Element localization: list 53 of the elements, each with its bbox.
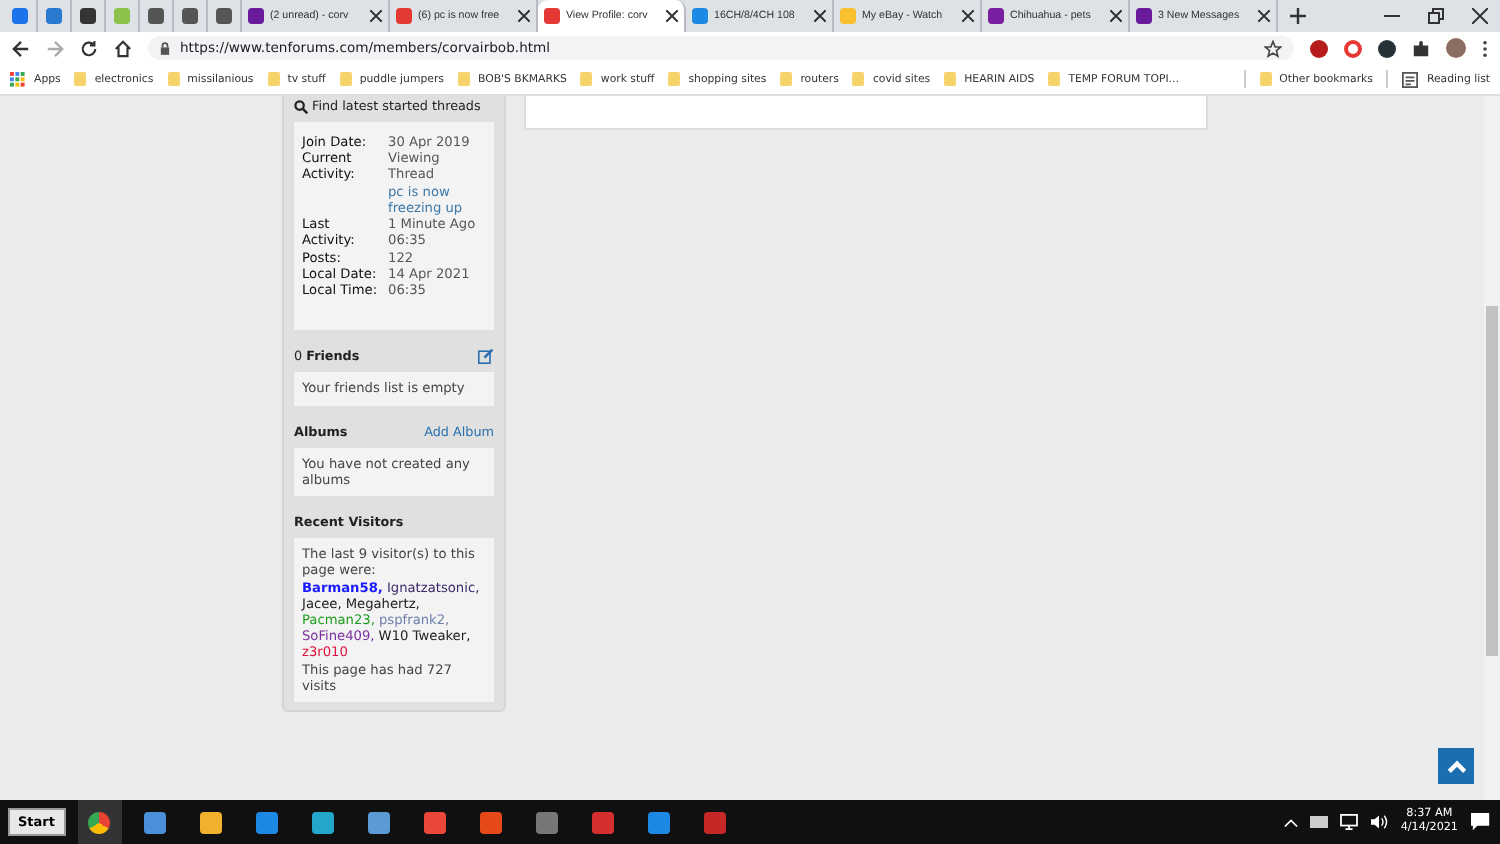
lock-icon (160, 41, 170, 55)
folder-icon (580, 72, 593, 86)
menu-icon[interactable] (1482, 39, 1488, 57)
folder-icon (944, 72, 957, 86)
taskbar-app-icon[interactable] (77, 800, 121, 844)
close-icon[interactable] (666, 10, 678, 22)
scrollbar[interactable] (1484, 96, 1500, 800)
favicon-icon (396, 8, 412, 24)
star-icon[interactable] (1264, 39, 1282, 57)
apps-grid-icon (10, 71, 26, 87)
folder-icon (1048, 72, 1061, 86)
edit-icon[interactable] (478, 348, 494, 365)
search-icon (294, 99, 308, 113)
favicon-icon (692, 8, 708, 24)
close-icon[interactable] (370, 10, 382, 22)
chevron-up-icon[interactable] (1284, 817, 1299, 827)
notification-icon[interactable] (1470, 812, 1492, 832)
close-icon[interactable] (1110, 10, 1122, 22)
scroll-to-top-button[interactable] (1438, 748, 1474, 784)
home-icon[interactable] (114, 39, 132, 57)
favicon-icon (988, 8, 1004, 24)
avatar-icon[interactable] (1446, 38, 1466, 58)
folder-icon (1259, 72, 1272, 86)
favicon-icon (80, 8, 96, 24)
reading-list-icon (1402, 71, 1419, 87)
folder-icon (74, 72, 87, 86)
close-icon[interactable] (518, 10, 530, 22)
reload-icon[interactable] (80, 39, 98, 57)
folder-icon (167, 72, 180, 86)
favicon-icon (1136, 8, 1152, 24)
close-icon[interactable] (1472, 8, 1488, 24)
folder-icon (852, 72, 865, 86)
close-icon[interactable] (962, 10, 974, 22)
favicon-icon (148, 8, 164, 24)
folder-icon (780, 72, 793, 86)
favicon-icon (46, 8, 62, 24)
favicon-icon (840, 8, 856, 24)
favicon-icon (544, 8, 560, 24)
favicon-icon (114, 8, 130, 24)
new-tab-icon[interactable] (1290, 8, 1306, 24)
folder-icon (267, 72, 280, 86)
close-icon[interactable] (814, 10, 826, 22)
network-icon[interactable] (1340, 814, 1359, 830)
folder-icon (339, 72, 352, 86)
favicon-icon (12, 8, 28, 24)
close-icon[interactable] (1258, 10, 1270, 22)
back-icon[interactable] (12, 39, 30, 57)
favicon-icon (182, 8, 198, 24)
folder-icon (457, 72, 470, 86)
folder-icon (668, 72, 681, 86)
speaker-icon[interactable] (1370, 814, 1389, 830)
restore-icon[interactable] (1428, 8, 1444, 24)
chevron-up-icon (1445, 755, 1467, 777)
